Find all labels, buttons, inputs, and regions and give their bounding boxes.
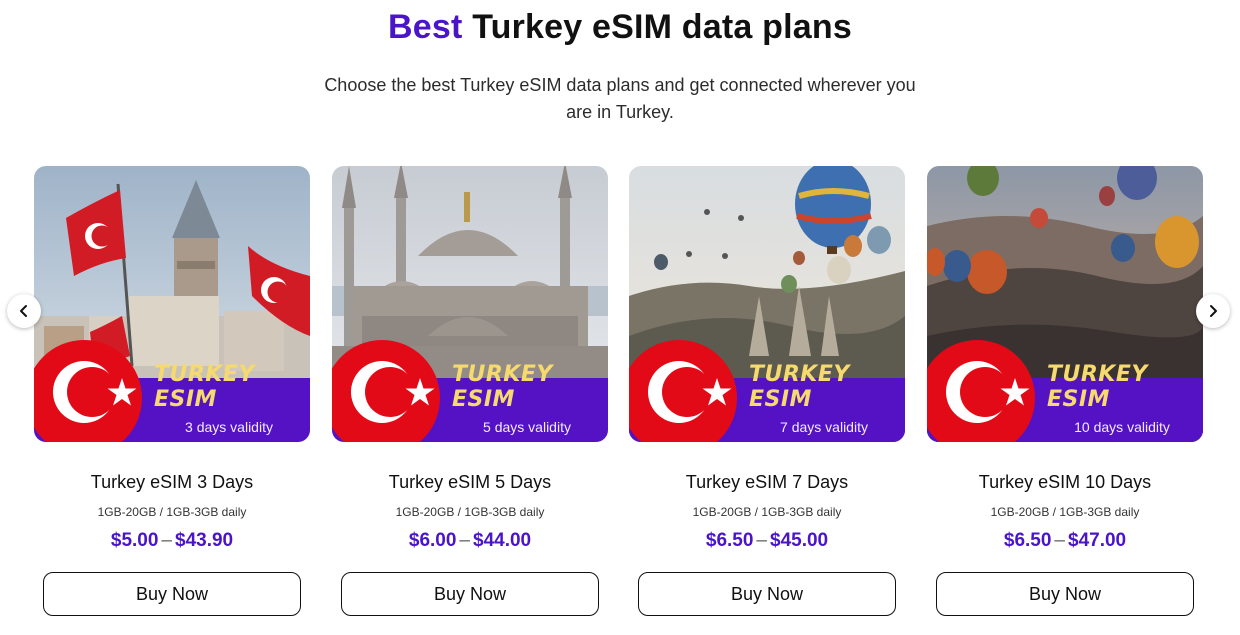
- price-separator: –: [161, 530, 172, 551]
- section-subtitle: Choose the best Turkey eSIM data plans a…: [324, 75, 916, 122]
- plan-name[interactable]: Turkey eSIM 3 Days: [34, 472, 310, 493]
- plan-price: $6.00– $44.00: [332, 530, 608, 552]
- price-min: $6.50: [1003, 530, 1052, 551]
- carousel-next-button[interactable]: [1196, 294, 1230, 328]
- plan-card[interactable]: TURKEY ESIM 7 days validity Turkey eSIM …: [629, 166, 905, 616]
- image-validity: 7 days validity: [780, 419, 868, 435]
- plan-price: $5.00– $43.90: [34, 530, 310, 552]
- plan-data-allowance: 1GB-20GB / 1GB-3GB daily: [395, 505, 545, 519]
- buy-now-button[interactable]: Buy Now: [341, 572, 599, 616]
- image-title: TURKEY ESIM: [1047, 362, 1148, 412]
- plan-name[interactable]: Turkey eSIM 5 Days: [332, 472, 608, 493]
- plan-image[interactable]: TURKEY ESIM 5 days validity: [332, 166, 608, 442]
- chevron-left-icon: [20, 305, 27, 317]
- image-validity: 10 days validity: [1074, 419, 1170, 435]
- buy-now-button[interactable]: Buy Now: [43, 572, 301, 616]
- price-min: $6.50: [705, 530, 754, 551]
- plan-data-allowance: 1GB-20GB / 1GB-3GB daily: [990, 505, 1140, 519]
- image-title: TURKEY ESIM: [154, 362, 255, 412]
- price-separator: –: [459, 530, 470, 551]
- turkish-flag-icon: [34, 340, 142, 442]
- image-title: TURKEY ESIM: [749, 362, 850, 412]
- plan-card[interactable]: TURKEY ESIM 5 days validity Turkey eSIM …: [332, 166, 608, 616]
- plan-name[interactable]: Turkey eSIM 10 Days: [927, 472, 1203, 493]
- chevron-right-icon: [1210, 305, 1217, 317]
- plan-card[interactable]: TURKEY ESIM 10 days validity Turkey eSIM…: [927, 166, 1203, 616]
- image-validity: 5 days validity: [483, 419, 571, 435]
- plan-image[interactable]: TURKEY ESIM 7 days validity: [629, 166, 905, 442]
- buy-now-button[interactable]: Buy Now: [936, 572, 1194, 616]
- plan-image[interactable]: TURKEY ESIM 10 days validity: [927, 166, 1203, 442]
- plan-image[interactable]: TURKEY ESIM 3 days validity: [34, 166, 310, 442]
- price-min: $5.00: [110, 530, 159, 551]
- turkish-flag-icon: [629, 340, 737, 442]
- price-max: $44.00: [473, 530, 532, 551]
- image-validity: 3 days validity: [185, 419, 273, 435]
- plan-card[interactable]: TURKEY ESIM 3 days validity Turkey eSIM …: [34, 166, 310, 616]
- price-separator: –: [756, 530, 767, 551]
- plan-data-allowance: 1GB-20GB / 1GB-3GB daily: [97, 505, 247, 519]
- price-min: $6.00: [408, 530, 457, 551]
- heading-accent: Best: [388, 8, 463, 46]
- price-max: $47.00: [1068, 530, 1127, 551]
- section-heading: Best Turkey eSIM data plans: [0, 8, 1240, 47]
- turkish-flag-icon: [332, 340, 440, 442]
- price-separator: –: [1054, 530, 1065, 551]
- turkish-flag-icon: [927, 340, 1035, 442]
- plan-data-allowance: 1GB-20GB / 1GB-3GB daily: [692, 505, 842, 519]
- plan-name[interactable]: Turkey eSIM 7 Days: [629, 472, 905, 493]
- price-max: $45.00: [770, 530, 829, 551]
- carousel-prev-button[interactable]: [7, 294, 41, 328]
- plan-price: $6.50– $45.00: [629, 530, 905, 552]
- plan-price: $6.50– $47.00: [927, 530, 1203, 552]
- price-max: $43.90: [175, 530, 234, 551]
- image-title: TURKEY ESIM: [452, 362, 553, 412]
- buy-now-button[interactable]: Buy Now: [638, 572, 896, 616]
- plans-carousel: TURKEY ESIM 3 days validity Turkey eSIM …: [34, 166, 1204, 626]
- heading-rest: Turkey eSIM data plans: [472, 8, 852, 46]
